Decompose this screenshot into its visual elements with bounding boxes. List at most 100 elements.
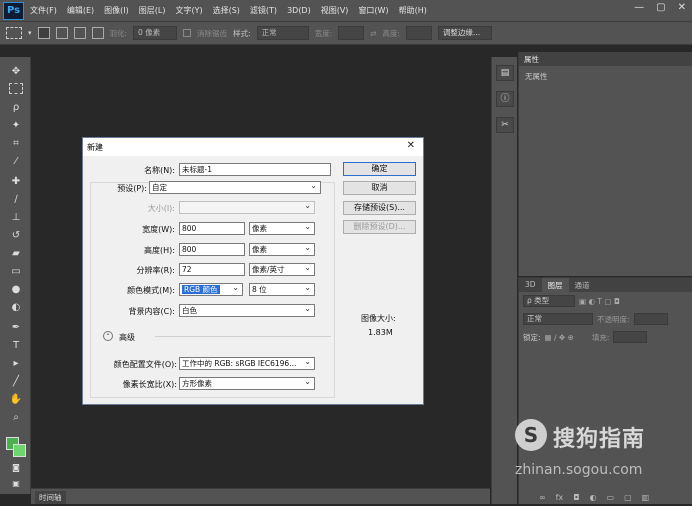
history-brush-icon[interactable]: ↺ (9, 229, 23, 243)
timeline-tab[interactable]: 时间轴 (35, 491, 66, 504)
info-panel-icon[interactable]: ⓘ (496, 91, 514, 107)
stamp-icon[interactable]: ⊥ (9, 211, 23, 225)
menu-bar: Ps 文件(F) 编辑(E) 图像(I) 图层(L) 文字(Y) 选择(S) 滤… (0, 0, 692, 21)
new-layer-icon[interactable]: ▢ (624, 493, 632, 502)
close-icon[interactable]: ✕ (678, 2, 686, 13)
bit-depth-select[interactable]: 8 位 (249, 283, 315, 296)
chevron-down-icon[interactable]: ▾ (28, 29, 32, 37)
color-profile-select[interactable]: 工作中的 RGB: sRGB IEC6196... (179, 357, 315, 370)
tools-panel-icon[interactable]: ✂ (496, 117, 514, 133)
opacity-label: 不透明度: (597, 314, 630, 324)
resolution-unit-select[interactable]: 像素/英寸 (249, 263, 315, 276)
delete-preset-button: 删除预设(D)... (343, 220, 416, 234)
add-selection-icon[interactable] (55, 27, 68, 39)
refine-edge-button[interactable]: 调整边缘... (437, 26, 492, 40)
layer-kind-filter[interactable]: ρ 类型 (523, 295, 575, 307)
adjustment-icon[interactable]: ◐ (590, 493, 597, 502)
width-input[interactable] (338, 26, 365, 40)
menu-view[interactable]: 视图(V) (321, 5, 349, 16)
fill-input[interactable] (613, 331, 648, 343)
style-select[interactable]: 正常 (256, 26, 309, 40)
width-unit-select[interactable]: 像素 (249, 222, 315, 235)
dodge-icon[interactable]: ◐ (9, 301, 23, 315)
zoom-icon[interactable]: ⌕ (9, 411, 23, 425)
resolution-input[interactable]: 72 (179, 263, 245, 276)
cancel-button[interactable]: 取消 (343, 181, 416, 195)
new-selection-icon[interactable] (37, 27, 50, 39)
healing-brush-icon[interactable]: ✚ (9, 175, 23, 189)
line-tool-icon[interactable]: ╱ (9, 375, 23, 389)
background-select[interactable]: 白色 (179, 304, 315, 317)
name-input[interactable]: 未标题-1 (179, 163, 331, 176)
preset-select[interactable]: 自定 (149, 181, 321, 194)
pixel-aspect-select[interactable]: 方形像素 (179, 377, 315, 390)
filter-icons[interactable]: ▣ ◐ T ▢ ◘ (579, 297, 620, 306)
color-profile-label: 颜色配置文件(O): (113, 360, 177, 369)
tab-3d[interactable]: 3D (519, 278, 542, 292)
intersect-selection-icon[interactable] (91, 27, 104, 39)
subtract-selection-icon[interactable] (73, 27, 86, 39)
width-input[interactable]: 800 (179, 222, 245, 235)
timeline-panel: 时间轴 (31, 488, 490, 504)
folder-icon[interactable]: ▭ (607, 493, 615, 502)
tab-channels[interactable]: 通道 (569, 278, 596, 292)
marquee-icon[interactable] (9, 83, 23, 94)
feather-input[interactable]: 0 像素 (133, 26, 178, 40)
opacity-input[interactable] (633, 313, 668, 325)
height-input[interactable]: 800 (179, 243, 245, 256)
blend-mode-select[interactable]: 正常 (523, 313, 593, 325)
width-label: 宽度: (314, 28, 333, 38)
resolution-label: 分辨率(R): (136, 266, 176, 275)
eyedropper-icon[interactable]: ⁄ (9, 155, 23, 169)
type-tool-icon[interactable]: T (9, 339, 23, 353)
menu-image[interactable]: 图像(I) (104, 5, 129, 16)
lasso-icon[interactable]: ρ (9, 101, 23, 115)
mask-icon[interactable]: ◘ (573, 493, 579, 502)
height-unit-select[interactable]: 像素 (249, 243, 315, 256)
color-mode-select[interactable]: RGB 颜色 (179, 283, 243, 296)
advanced-toggle-icon[interactable]: ⌃ (103, 331, 113, 341)
menu-type[interactable]: 文字(Y) (175, 5, 202, 16)
trash-icon[interactable]: ▥ (642, 493, 650, 502)
menu-3d[interactable]: 3D(D) (287, 6, 311, 15)
move-tool-icon[interactable]: ✥ (9, 65, 23, 79)
screen-mode-icon[interactable]: ▣ (9, 477, 23, 491)
menu-filter[interactable]: 滤镜(T) (250, 5, 277, 16)
magic-wand-icon[interactable]: ✦ (9, 119, 23, 133)
height-input[interactable] (405, 26, 432, 40)
lock-icons[interactable]: ▦ ∕ ✥ ⊕ (545, 333, 574, 342)
save-preset-button[interactable]: 存储预设(S)... (343, 201, 416, 215)
fx-icon[interactable]: fx (556, 493, 564, 502)
tab-layers[interactable]: 图层 (541, 278, 569, 292)
menu-file[interactable]: 文件(F) (30, 5, 57, 16)
menu-layer[interactable]: 图层(L) (139, 5, 166, 16)
marquee-tool-icon[interactable] (6, 27, 22, 39)
swap-icon[interactable]: ⇄ (370, 29, 376, 38)
close-icon[interactable]: ✕ (407, 140, 415, 151)
menu-window[interactable]: 窗口(W) (358, 5, 388, 16)
link-icon[interactable]: ∞ (539, 493, 546, 502)
history-panel-icon[interactable]: ▤ (496, 65, 514, 81)
menu-help[interactable]: 帮助(H) (399, 5, 427, 16)
menu-edit[interactable]: 编辑(E) (67, 5, 94, 16)
advanced-label[interactable]: 高级 (119, 332, 135, 343)
minimize-icon[interactable]: — (634, 2, 644, 13)
pixel-aspect-label: 像素长宽比(X): (122, 380, 177, 389)
properties-tab[interactable]: 属性 (519, 52, 692, 66)
antialias-checkbox[interactable] (183, 29, 192, 37)
gradient-icon[interactable]: ▭ (9, 265, 23, 279)
watermark-url: zhinan.sogou.com (515, 462, 643, 478)
ok-button[interactable]: 确定 (343, 162, 416, 176)
quick-mask-icon[interactable]: ◙ (9, 461, 23, 475)
hand-icon[interactable]: ✋ (9, 393, 23, 407)
background-color-swatch[interactable] (13, 444, 26, 457)
antialias-label: 消除锯齿 (197, 28, 228, 38)
brush-icon[interactable]: ∕ (9, 193, 23, 207)
maximize-icon[interactable]: ▢ (656, 2, 665, 13)
pen-icon[interactable]: ✒ (9, 321, 23, 335)
blur-icon[interactable]: ● (9, 283, 23, 297)
crop-icon[interactable]: ⌗ (9, 137, 23, 151)
menu-select[interactable]: 选择(S) (213, 5, 240, 16)
path-select-icon[interactable]: ▸ (9, 357, 23, 371)
eraser-icon[interactable]: ▰ (9, 247, 23, 261)
